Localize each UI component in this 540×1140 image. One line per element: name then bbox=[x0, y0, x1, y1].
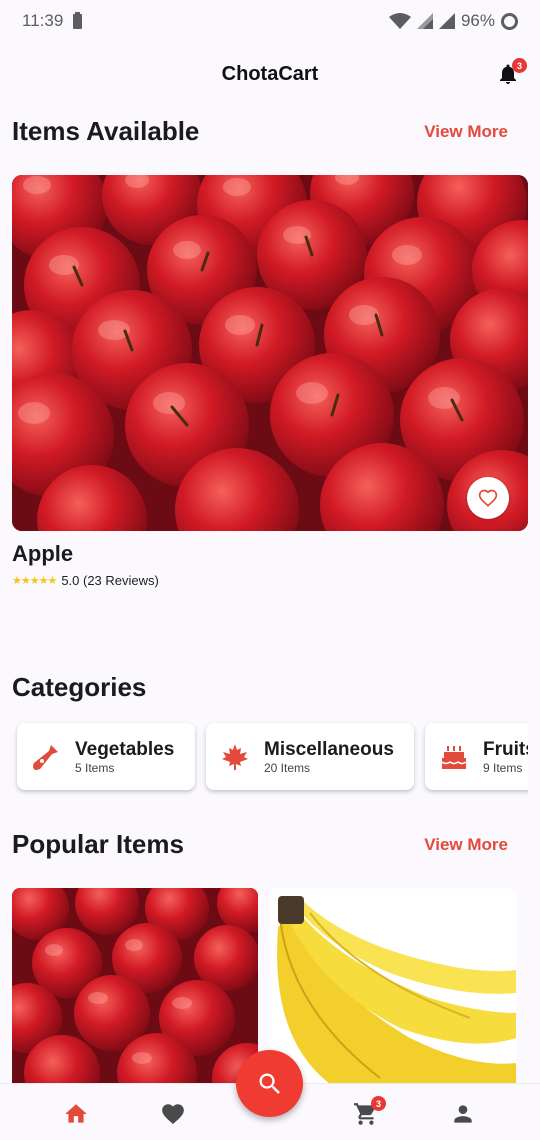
category-card-miscellaneous[interactable]: Miscellaneous 20 Items bbox=[206, 723, 414, 790]
nav-favorites[interactable] bbox=[159, 1100, 187, 1128]
featured-item-rating: ★★★★★ 5.0 (23 Reviews) bbox=[12, 573, 159, 588]
notification-button[interactable]: 3 bbox=[496, 58, 527, 86]
wifi-icon bbox=[388, 13, 411, 29]
category-card-fruits[interactable]: Fruits 9 Items bbox=[425, 723, 528, 790]
popular-item-banana[interactable] bbox=[270, 888, 516, 1084]
battery-ring-icon bbox=[501, 12, 518, 30]
apples-image bbox=[12, 175, 528, 531]
category-name: Fruits bbox=[483, 738, 528, 760]
popular-item-apple[interactable] bbox=[12, 888, 258, 1084]
nav-home[interactable] bbox=[62, 1100, 90, 1128]
popular-items-header: Popular Items View More bbox=[12, 829, 528, 860]
carrot-icon bbox=[29, 740, 63, 774]
category-count: 20 Items bbox=[264, 760, 311, 775]
search-icon bbox=[259, 1073, 280, 1094]
categories-list[interactable]: Vegetables 5 Items Miscellaneous 20 Item… bbox=[12, 720, 528, 796]
heart-icon bbox=[162, 1104, 184, 1125]
popular-items-view-more[interactable]: View More bbox=[424, 835, 508, 855]
person-icon bbox=[454, 1105, 472, 1123]
home-icon bbox=[65, 1104, 87, 1123]
search-fab[interactable] bbox=[236, 1050, 303, 1117]
category-name: Vegetables bbox=[75, 738, 175, 760]
category-name: Miscellaneous bbox=[264, 738, 394, 760]
rating-text: 5.0 (23 Reviews) bbox=[61, 573, 159, 588]
app-bar: ChotaCart 3 bbox=[0, 50, 540, 98]
popular-items-title: Popular Items bbox=[12, 829, 184, 859]
heart-outline-icon bbox=[478, 489, 498, 507]
nav-profile[interactable] bbox=[449, 1100, 477, 1128]
status-bar: 11:39 96% bbox=[0, 0, 540, 42]
items-available-header: Items Available View More bbox=[12, 116, 528, 147]
cart-badge: 3 bbox=[371, 1096, 386, 1111]
apple-thumbnail-image bbox=[12, 888, 258, 1084]
categories-title: Categories bbox=[12, 672, 147, 702]
rating-stars-icon: ★★★★★ bbox=[12, 575, 57, 587]
battery-percent: 96% bbox=[460, 11, 495, 30]
notification-badge: 3 bbox=[512, 58, 527, 73]
category-card-vegetables[interactable]: Vegetables 5 Items bbox=[17, 723, 195, 790]
battery-charging-icon bbox=[73, 11, 83, 29]
items-available-view-more[interactable]: View More bbox=[424, 122, 508, 142]
signal-icon-2 bbox=[438, 13, 455, 29]
featured-item-image[interactable] bbox=[12, 175, 528, 531]
maple-leaf-icon bbox=[218, 740, 252, 774]
items-available-title: Items Available bbox=[12, 116, 200, 146]
favorite-button[interactable] bbox=[467, 477, 509, 519]
nav-cart[interactable]: 3 bbox=[352, 1096, 386, 1128]
category-count: 5 Items bbox=[75, 760, 115, 775]
cake-icon bbox=[437, 740, 471, 774]
featured-item-name[interactable]: Apple bbox=[12, 541, 73, 567]
category-count: 9 Items bbox=[483, 760, 523, 775]
app-title: ChotaCart bbox=[221, 62, 319, 85]
banana-thumbnail-image bbox=[270, 888, 516, 1084]
status-time: 11:39 bbox=[22, 11, 64, 30]
signal-icon bbox=[416, 13, 433, 29]
categories-header: Categories bbox=[12, 672, 528, 703]
